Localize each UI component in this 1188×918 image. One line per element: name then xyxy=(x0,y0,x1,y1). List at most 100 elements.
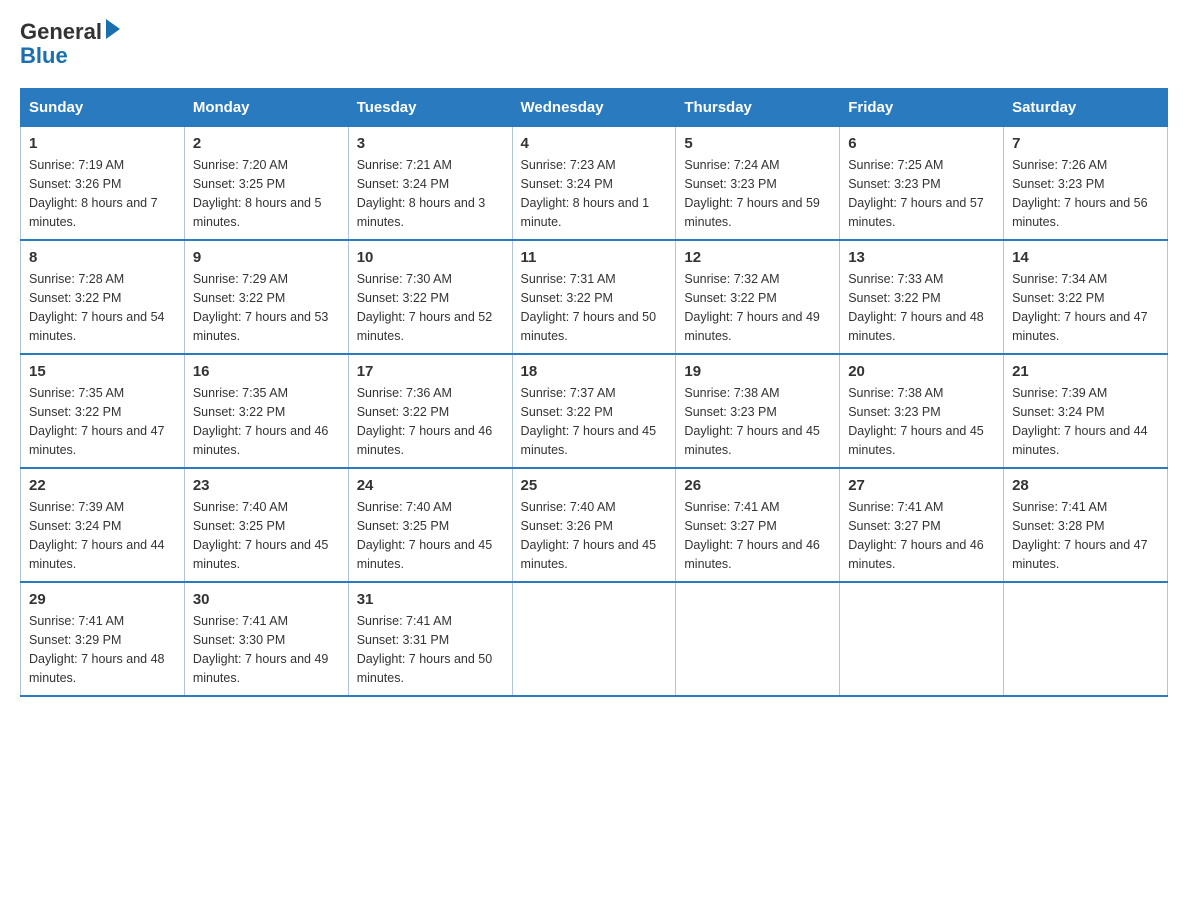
logo-arrow-icon xyxy=(106,19,120,39)
calendar-cell: 10 Sunrise: 7:30 AM Sunset: 3:22 PM Dayl… xyxy=(348,240,512,354)
day-info: Sunrise: 7:41 AM Sunset: 3:28 PM Dayligh… xyxy=(1012,498,1159,573)
calendar-cell: 27 Sunrise: 7:41 AM Sunset: 3:27 PM Dayl… xyxy=(840,468,1004,582)
calendar-cell: 1 Sunrise: 7:19 AM Sunset: 3:26 PM Dayli… xyxy=(21,127,185,241)
calendar-cell: 31 Sunrise: 7:41 AM Sunset: 3:31 PM Dayl… xyxy=(348,582,512,696)
day-info: Sunrise: 7:41 AM Sunset: 3:27 PM Dayligh… xyxy=(848,498,995,573)
day-number: 22 xyxy=(29,477,176,494)
calendar-week-row: 15 Sunrise: 7:35 AM Sunset: 3:22 PM Dayl… xyxy=(21,354,1168,468)
day-number: 8 xyxy=(29,249,176,266)
calendar-cell: 17 Sunrise: 7:36 AM Sunset: 3:22 PM Dayl… xyxy=(348,354,512,468)
day-info: Sunrise: 7:35 AM Sunset: 3:22 PM Dayligh… xyxy=(193,384,340,459)
day-number: 11 xyxy=(521,249,668,266)
day-number: 24 xyxy=(357,477,504,494)
day-info: Sunrise: 7:33 AM Sunset: 3:22 PM Dayligh… xyxy=(848,270,995,345)
day-number: 13 xyxy=(848,249,995,266)
day-number: 16 xyxy=(193,363,340,380)
day-info: Sunrise: 7:28 AM Sunset: 3:22 PM Dayligh… xyxy=(29,270,176,345)
calendar-cell: 18 Sunrise: 7:37 AM Sunset: 3:22 PM Dayl… xyxy=(512,354,676,468)
day-number: 19 xyxy=(684,363,831,380)
day-info: Sunrise: 7:29 AM Sunset: 3:22 PM Dayligh… xyxy=(193,270,340,345)
calendar-cell xyxy=(676,582,840,696)
day-number: 21 xyxy=(1012,363,1159,380)
calendar-cell: 21 Sunrise: 7:39 AM Sunset: 3:24 PM Dayl… xyxy=(1004,354,1168,468)
day-info: Sunrise: 7:32 AM Sunset: 3:22 PM Dayligh… xyxy=(684,270,831,345)
calendar-cell: 8 Sunrise: 7:28 AM Sunset: 3:22 PM Dayli… xyxy=(21,240,185,354)
day-info: Sunrise: 7:31 AM Sunset: 3:22 PM Dayligh… xyxy=(521,270,668,345)
day-number: 14 xyxy=(1012,249,1159,266)
calendar-cell: 11 Sunrise: 7:31 AM Sunset: 3:22 PM Dayl… xyxy=(512,240,676,354)
day-number: 3 xyxy=(357,135,504,152)
calendar-week-row: 1 Sunrise: 7:19 AM Sunset: 3:26 PM Dayli… xyxy=(21,127,1168,241)
calendar-cell: 4 Sunrise: 7:23 AM Sunset: 3:24 PM Dayli… xyxy=(512,127,676,241)
day-info: Sunrise: 7:36 AM Sunset: 3:22 PM Dayligh… xyxy=(357,384,504,459)
calendar-cell: 9 Sunrise: 7:29 AM Sunset: 3:22 PM Dayli… xyxy=(184,240,348,354)
day-info: Sunrise: 7:20 AM Sunset: 3:25 PM Dayligh… xyxy=(193,156,340,231)
day-info: Sunrise: 7:35 AM Sunset: 3:22 PM Dayligh… xyxy=(29,384,176,459)
calendar-cell: 16 Sunrise: 7:35 AM Sunset: 3:22 PM Dayl… xyxy=(184,354,348,468)
day-info: Sunrise: 7:19 AM Sunset: 3:26 PM Dayligh… xyxy=(29,156,176,231)
calendar-cell: 22 Sunrise: 7:39 AM Sunset: 3:24 PM Dayl… xyxy=(21,468,185,582)
day-info: Sunrise: 7:40 AM Sunset: 3:25 PM Dayligh… xyxy=(357,498,504,573)
calendar-cell xyxy=(1004,582,1168,696)
calendar-cell: 23 Sunrise: 7:40 AM Sunset: 3:25 PM Dayl… xyxy=(184,468,348,582)
calendar-cell: 15 Sunrise: 7:35 AM Sunset: 3:22 PM Dayl… xyxy=(21,354,185,468)
day-number: 20 xyxy=(848,363,995,380)
day-info: Sunrise: 7:41 AM Sunset: 3:31 PM Dayligh… xyxy=(357,612,504,687)
calendar-table: SundayMondayTuesdayWednesdayThursdayFrid… xyxy=(20,88,1168,697)
calendar-cell: 30 Sunrise: 7:41 AM Sunset: 3:30 PM Dayl… xyxy=(184,582,348,696)
weekday-header-tuesday: Tuesday xyxy=(348,89,512,127)
day-number: 5 xyxy=(684,135,831,152)
day-number: 27 xyxy=(848,477,995,494)
day-number: 7 xyxy=(1012,135,1159,152)
weekday-header-row: SundayMondayTuesdayWednesdayThursdayFrid… xyxy=(21,89,1168,127)
weekday-header-sunday: Sunday xyxy=(21,89,185,127)
calendar-week-row: 29 Sunrise: 7:41 AM Sunset: 3:29 PM Dayl… xyxy=(21,582,1168,696)
calendar-cell: 5 Sunrise: 7:24 AM Sunset: 3:23 PM Dayli… xyxy=(676,127,840,241)
day-number: 15 xyxy=(29,363,176,380)
day-number: 25 xyxy=(521,477,668,494)
weekday-header-thursday: Thursday xyxy=(676,89,840,127)
day-info: Sunrise: 7:39 AM Sunset: 3:24 PM Dayligh… xyxy=(1012,384,1159,459)
calendar-cell: 14 Sunrise: 7:34 AM Sunset: 3:22 PM Dayl… xyxy=(1004,240,1168,354)
day-info: Sunrise: 7:41 AM Sunset: 3:30 PM Dayligh… xyxy=(193,612,340,687)
page-header: General Blue xyxy=(20,20,1168,68)
calendar-cell: 26 Sunrise: 7:41 AM Sunset: 3:27 PM Dayl… xyxy=(676,468,840,582)
calendar-cell: 7 Sunrise: 7:26 AM Sunset: 3:23 PM Dayli… xyxy=(1004,127,1168,241)
calendar-week-row: 22 Sunrise: 7:39 AM Sunset: 3:24 PM Dayl… xyxy=(21,468,1168,582)
calendar-week-row: 8 Sunrise: 7:28 AM Sunset: 3:22 PM Dayli… xyxy=(21,240,1168,354)
day-number: 18 xyxy=(521,363,668,380)
day-number: 12 xyxy=(684,249,831,266)
day-info: Sunrise: 7:23 AM Sunset: 3:24 PM Dayligh… xyxy=(521,156,668,231)
day-info: Sunrise: 7:38 AM Sunset: 3:23 PM Dayligh… xyxy=(684,384,831,459)
weekday-header-wednesday: Wednesday xyxy=(512,89,676,127)
day-number: 2 xyxy=(193,135,340,152)
day-number: 29 xyxy=(29,591,176,608)
calendar-cell: 29 Sunrise: 7:41 AM Sunset: 3:29 PM Dayl… xyxy=(21,582,185,696)
day-number: 31 xyxy=(357,591,504,608)
calendar-cell: 24 Sunrise: 7:40 AM Sunset: 3:25 PM Dayl… xyxy=(348,468,512,582)
calendar-cell: 3 Sunrise: 7:21 AM Sunset: 3:24 PM Dayli… xyxy=(348,127,512,241)
day-info: Sunrise: 7:39 AM Sunset: 3:24 PM Dayligh… xyxy=(29,498,176,573)
calendar-cell: 6 Sunrise: 7:25 AM Sunset: 3:23 PM Dayli… xyxy=(840,127,1004,241)
logo: General Blue xyxy=(20,20,120,68)
day-info: Sunrise: 7:37 AM Sunset: 3:22 PM Dayligh… xyxy=(521,384,668,459)
calendar-cell: 2 Sunrise: 7:20 AM Sunset: 3:25 PM Dayli… xyxy=(184,127,348,241)
day-number: 1 xyxy=(29,135,176,152)
calendar-cell: 19 Sunrise: 7:38 AM Sunset: 3:23 PM Dayl… xyxy=(676,354,840,468)
day-number: 28 xyxy=(1012,477,1159,494)
calendar-cell: 25 Sunrise: 7:40 AM Sunset: 3:26 PM Dayl… xyxy=(512,468,676,582)
day-number: 17 xyxy=(357,363,504,380)
day-number: 6 xyxy=(848,135,995,152)
logo-general: General xyxy=(20,20,102,44)
weekday-header-monday: Monday xyxy=(184,89,348,127)
day-info: Sunrise: 7:41 AM Sunset: 3:29 PM Dayligh… xyxy=(29,612,176,687)
day-info: Sunrise: 7:38 AM Sunset: 3:23 PM Dayligh… xyxy=(848,384,995,459)
weekday-header-saturday: Saturday xyxy=(1004,89,1168,127)
weekday-header-friday: Friday xyxy=(840,89,1004,127)
day-number: 10 xyxy=(357,249,504,266)
logo-blue: Blue xyxy=(20,44,68,68)
calendar-cell xyxy=(512,582,676,696)
calendar-cell xyxy=(840,582,1004,696)
calendar-cell: 20 Sunrise: 7:38 AM Sunset: 3:23 PM Dayl… xyxy=(840,354,1004,468)
calendar-cell: 12 Sunrise: 7:32 AM Sunset: 3:22 PM Dayl… xyxy=(676,240,840,354)
